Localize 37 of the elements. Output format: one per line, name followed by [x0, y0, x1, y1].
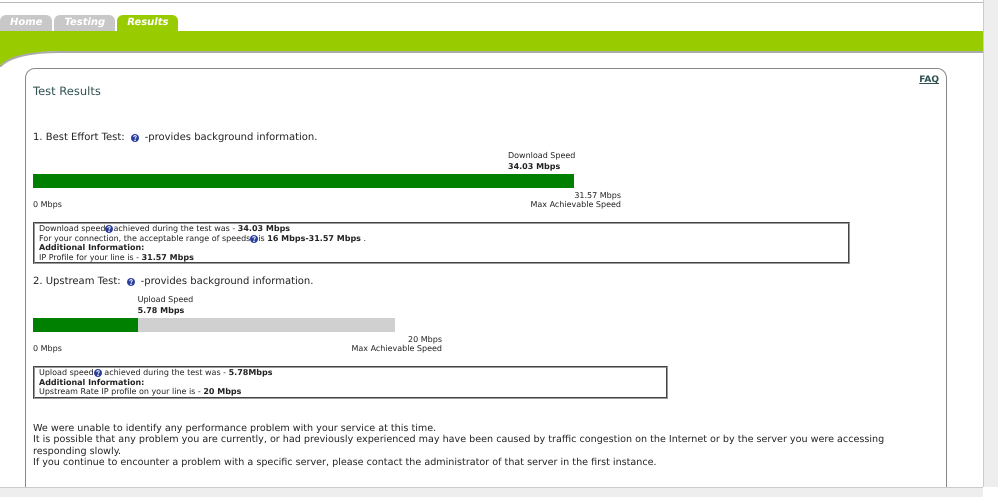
help-icon[interactable]	[126, 278, 135, 286]
info-text: For your connection, the acceptable range of speeds	[39, 234, 250, 243]
scale-max-caption: Max Achievable Speed	[530, 200, 621, 210]
info-text: achieved during the test was - 5.78Mbps	[103, 368, 273, 378]
info-text: Download speed	[39, 224, 106, 234]
help-icon[interactable]	[105, 225, 114, 234]
scale-max-caption: Max Achievable Speed	[351, 344, 442, 354]
speed-value: 34.03 Mbps	[508, 161, 562, 172]
scale-min-label: 0 Mbps	[33, 200, 62, 210]
info-text: is 16 Mbps-31.57 Mbps .	[258, 234, 366, 243]
help-icon[interactable]	[130, 134, 139, 142]
scale-max-label: 31.57 Mbps	[573, 191, 621, 200]
scale-min-label: 0 Mbps	[33, 344, 62, 354]
section-heading: 2. Upstream Test:	[33, 276, 121, 288]
help-icon[interactable]	[250, 234, 258, 243]
info-text: achieved during the test was - 34.03 Mbps	[113, 224, 290, 234]
info-text: Upstream Rate IP profile on your line is - 20 Mbps	[39, 387, 242, 396]
info-heading: Additional Information:	[39, 378, 144, 387]
section-note: -provides background information.	[140, 276, 314, 288]
info-text: IP Profile for your line is - 31.57 Mbps	[39, 252, 194, 262]
tab[interactable]: Results	[117, 15, 178, 31]
speed-label: Download Speed	[508, 150, 576, 162]
speed-value: 5.78 Mbps	[138, 305, 186, 316]
horizontal-scrollbar[interactable]	[0, 487, 983, 497]
message-text: If you continue to encounter a problem with a specific server, please contact the administrator of that server in the first instance.	[33, 457, 658, 469]
section-heading: 1. Best Effort Test:	[33, 132, 125, 144]
message-text: It is possible that any problem you are currently, or had previously experienced may have been caused by traffic congestion on the Internet or by the server you were accessing responding slowly.	[33, 434, 886, 458]
info-heading: Additional Information:	[39, 243, 144, 252]
message-text: We were unable to identify any performance problem with your service at this time.	[33, 422, 438, 434]
help-icon[interactable]	[94, 369, 102, 378]
speed-label: Upload Speed	[138, 294, 194, 306]
faq-link[interactable]: FAQ	[919, 74, 939, 88]
scale-max-label: 20 Mbps	[407, 335, 442, 344]
page-title: Test Results	[33, 83, 102, 100]
section-note: -provides background information.	[144, 132, 318, 144]
info-text: Upload speed	[39, 368, 94, 378]
vertical-scrollbar[interactable]	[983, 0, 998, 487]
